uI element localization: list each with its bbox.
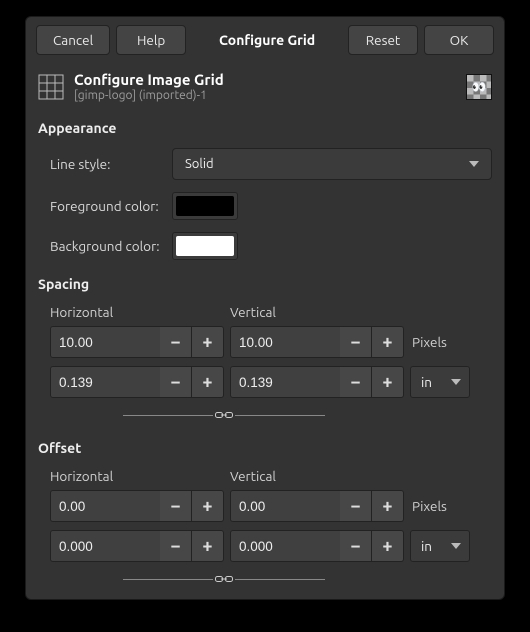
help-button[interactable]: Help <box>116 25 186 55</box>
offset-h-px-input[interactable] <box>50 490 160 522</box>
spacing-h-px-spinbox: − + <box>50 326 224 358</box>
spacing-v-px-minus[interactable]: − <box>340 326 372 358</box>
spacing-v-unit-plus[interactable]: + <box>372 366 404 398</box>
grid-icon <box>38 74 64 100</box>
foreground-color-button[interactable] <box>172 192 238 220</box>
spacing-v-px-spinbox: − + <box>230 326 404 358</box>
cancel-button[interactable]: Cancel <box>36 25 110 55</box>
spacing-link-icon[interactable] <box>213 408 235 422</box>
dialog-title: Configure Grid <box>192 32 342 48</box>
chevron-down-icon <box>451 379 461 385</box>
offset-v-px-spinbox: − + <box>230 490 404 522</box>
offset-v-unit-input[interactable] <box>230 530 340 562</box>
offset-h-px-spinbox: − + <box>50 490 224 522</box>
spacing-section-title: Spacing <box>38 276 492 292</box>
line-style-select[interactable]: Solid <box>172 148 492 180</box>
offset-h-px-plus[interactable]: + <box>192 490 224 522</box>
spacing-v-unit-spinbox: − + <box>230 366 404 398</box>
offset-link-icon[interactable] <box>213 572 235 586</box>
background-color-button[interactable] <box>172 232 238 260</box>
spacing-px-label: Pixels <box>410 334 447 350</box>
offset-h-unit-spinbox: − + <box>50 530 224 562</box>
offset-px-label: Pixels <box>410 498 447 514</box>
spacing-link-row <box>38 408 398 422</box>
spacing-vertical-header: Vertical <box>230 304 410 320</box>
spacing-h-px-input[interactable] <box>50 326 160 358</box>
titlebar: Cancel Help Configure Grid Reset OK <box>26 17 504 63</box>
background-color-swatch <box>176 236 234 256</box>
offset-vertical-header: Vertical <box>230 468 410 484</box>
spacing-h-unit-plus[interactable]: + <box>192 366 224 398</box>
offset-v-px-plus[interactable]: + <box>372 490 404 522</box>
spacing-h-unit-minus[interactable]: − <box>160 366 192 398</box>
line-style-value: Solid <box>185 157 214 171</box>
spacing-v-unit-minus[interactable]: − <box>340 366 372 398</box>
offset-link-row <box>38 572 398 586</box>
spacing-v-px-input[interactable] <box>230 326 340 358</box>
spacing-h-px-plus[interactable]: + <box>192 326 224 358</box>
header-title: Configure Image Grid <box>74 71 456 88</box>
header: Configure Image Grid [gimp-logo] (import… <box>26 63 504 106</box>
offset-h-unit-minus[interactable]: − <box>160 530 192 562</box>
header-subtitle: [gimp-logo] (imported)-1 <box>74 89 456 102</box>
offset-section-title: Offset <box>38 440 492 456</box>
spacing-v-unit-input[interactable] <box>230 366 340 398</box>
content: Appearance Line style: Solid Foreground … <box>26 106 504 604</box>
offset-horizontal-header: Horizontal <box>50 468 230 484</box>
configure-grid-dialog: Cancel Help Configure Grid Reset OK Conf… <box>25 16 505 600</box>
background-color-label: Background color: <box>50 238 162 254</box>
offset-h-px-minus[interactable]: − <box>160 490 192 522</box>
foreground-color-label: Foreground color: <box>50 198 162 214</box>
spacing-unit-select[interactable]: in <box>410 366 470 398</box>
offset-v-px-input[interactable] <box>230 490 340 522</box>
reset-button[interactable]: Reset <box>348 25 418 55</box>
spacing-v-px-plus[interactable]: + <box>372 326 404 358</box>
spacing-h-unit-input[interactable] <box>50 366 160 398</box>
spacing-h-unit-spinbox: − + <box>50 366 224 398</box>
spacing-horizontal-header: Horizontal <box>50 304 230 320</box>
chevron-down-icon <box>469 161 479 167</box>
line-style-label: Line style: <box>50 156 162 172</box>
offset-unit-value: in <box>421 538 432 554</box>
foreground-color-swatch <box>176 196 234 216</box>
ok-button[interactable]: OK <box>424 25 494 55</box>
offset-h-unit-plus[interactable]: + <box>192 530 224 562</box>
image-thumbnail <box>466 74 492 100</box>
offset-h-unit-input[interactable] <box>50 530 160 562</box>
offset-v-unit-minus[interactable]: − <box>340 530 372 562</box>
appearance-section-title: Appearance <box>38 120 492 136</box>
offset-v-unit-plus[interactable]: + <box>372 530 404 562</box>
chevron-down-icon <box>451 543 461 549</box>
offset-v-px-minus[interactable]: − <box>340 490 372 522</box>
offset-unit-select[interactable]: in <box>410 530 470 562</box>
spacing-h-px-minus[interactable]: − <box>160 326 192 358</box>
offset-v-unit-spinbox: − + <box>230 530 404 562</box>
spacing-unit-value: in <box>421 374 432 390</box>
